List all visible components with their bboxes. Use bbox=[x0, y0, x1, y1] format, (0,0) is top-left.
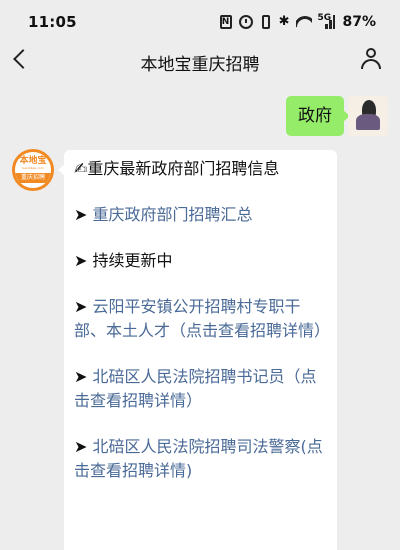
wifi-icon bbox=[296, 16, 312, 28]
battery-percentage: 87% bbox=[342, 14, 376, 30]
logo-url-text: bendibao.com bbox=[22, 166, 44, 170]
arrow-icon: ➤ bbox=[74, 437, 88, 456]
list-item: ➤ 持续更新中 bbox=[74, 249, 327, 273]
arrow-icon: ➤ bbox=[74, 297, 88, 316]
alarm-icon bbox=[238, 15, 253, 29]
bluetooth-icon: ✱ bbox=[278, 14, 290, 29]
list-item[interactable]: ➤ 北碚区人民法院招聘司法警察(点击查看招聘详情) bbox=[74, 435, 327, 483]
incoming-message-bubble: ✍重庆最新政府部门招聘信息 ➤ 重庆政府部门招聘汇总 ➤ 持续更新中 ➤ 云阳平… bbox=[58, 150, 337, 550]
chat-title: 本地宝重庆招聘 bbox=[140, 55, 260, 75]
arrow-icon: ➤ bbox=[74, 251, 88, 270]
link-beibei-clerk[interactable]: 北碚区人民法院招聘书记员（点击查看招聘详情） bbox=[74, 367, 317, 410]
status-icons: N ✱ 5G 87% bbox=[219, 12, 376, 32]
update-note: 持续更新中 bbox=[92, 251, 173, 270]
message-heading: ✍重庆最新政府部门招聘信息 bbox=[74, 157, 327, 181]
chat-header: 本地宝重庆招聘 bbox=[0, 44, 400, 80]
my-avatar[interactable] bbox=[348, 96, 388, 136]
list-item[interactable]: ➤ 云阳平安镇公开招聘村专职干部、本土人才（点击查看招聘详情） bbox=[74, 295, 330, 343]
bot-avatar[interactable]: 本地宝 bendibao.com 重庆招聘 bbox=[12, 149, 54, 191]
logo-band-text: 重庆招聘 bbox=[15, 173, 51, 183]
vibrate-icon bbox=[261, 15, 270, 29]
list-item[interactable]: ➤ 重庆政府部门招聘汇总 bbox=[74, 203, 327, 227]
logo-main-text: 本地宝 bbox=[19, 156, 47, 166]
link-beibei-police[interactable]: 北碚区人民法院招聘司法警察(点击查看招聘详情) bbox=[74, 437, 323, 480]
status-time: 11:05 bbox=[28, 13, 77, 31]
link-govt-summary[interactable]: 重庆政府部门招聘汇总 bbox=[93, 205, 253, 224]
writing-hand-icon: ✍ bbox=[74, 159, 88, 178]
list-item[interactable]: ➤ 北碚区人民法院招聘书记员（点击查看招聘详情） bbox=[74, 365, 327, 413]
cellular-signal-icon: 5G bbox=[317, 13, 336, 29]
link-yunyang[interactable]: 云阳平安镇公开招聘村专职干部、本土人才（点击查看招聘详情） bbox=[74, 297, 330, 340]
outgoing-message: 政府 bbox=[286, 96, 350, 136]
person-icon[interactable] bbox=[360, 48, 382, 72]
heading-text: 重庆最新政府部门招聘信息 bbox=[87, 159, 280, 178]
nfc-icon: N bbox=[219, 15, 232, 29]
status-bar: 11:05 N ✱ 5G 87% bbox=[0, 0, 400, 44]
outgoing-bubble[interactable]: 政府 bbox=[286, 96, 350, 136]
arrow-icon: ➤ bbox=[74, 205, 88, 224]
arrow-icon: ➤ bbox=[74, 367, 88, 386]
